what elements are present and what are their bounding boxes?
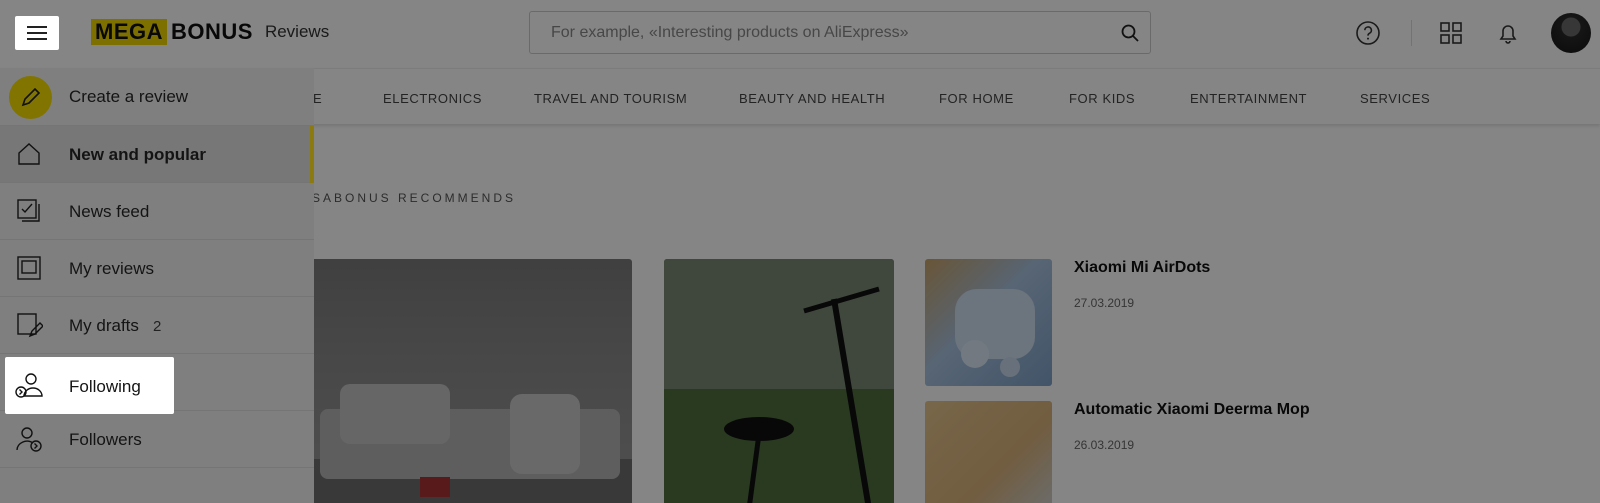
- create-review-label: Create a review: [69, 87, 189, 106]
- sidebar-item-news-feed[interactable]: News feed: [0, 183, 314, 240]
- followers-icon: [16, 427, 42, 452]
- sidebar-item-label: News feed: [69, 202, 150, 221]
- checkbox-feed-icon: [17, 199, 40, 222]
- document-icon: [17, 256, 41, 280]
- create-review-button[interactable]: Create a review: [0, 68, 314, 126]
- sidebar-item-my-drafts[interactable]: My drafts 2: [0, 297, 314, 354]
- menu-button[interactable]: [15, 16, 59, 50]
- draft-edit-icon: [17, 313, 43, 338]
- sidebar-item-followers[interactable]: Followers: [0, 411, 314, 468]
- sidebar-item-new-popular[interactable]: New and popular: [0, 126, 314, 183]
- sidebar-item-label: My drafts: [69, 316, 139, 335]
- pencil-icon: [9, 76, 52, 119]
- home-icon: [18, 143, 40, 165]
- drafts-count-badge: 2: [153, 318, 162, 335]
- sidebar-item-label: My reviews: [69, 259, 155, 278]
- sidebar-item-my-reviews[interactable]: My reviews: [0, 240, 314, 297]
- following-icon: [15, 373, 43, 398]
- sidebar-item-following[interactable]: Following: [5, 357, 174, 414]
- sidebar-item-label: New and popular: [69, 145, 206, 164]
- sidebar-menu: Create a review New and popular News fee…: [0, 68, 314, 503]
- sidebar-item-label: Followers: [69, 430, 142, 449]
- sidebar-item-label: Following: [69, 377, 141, 396]
